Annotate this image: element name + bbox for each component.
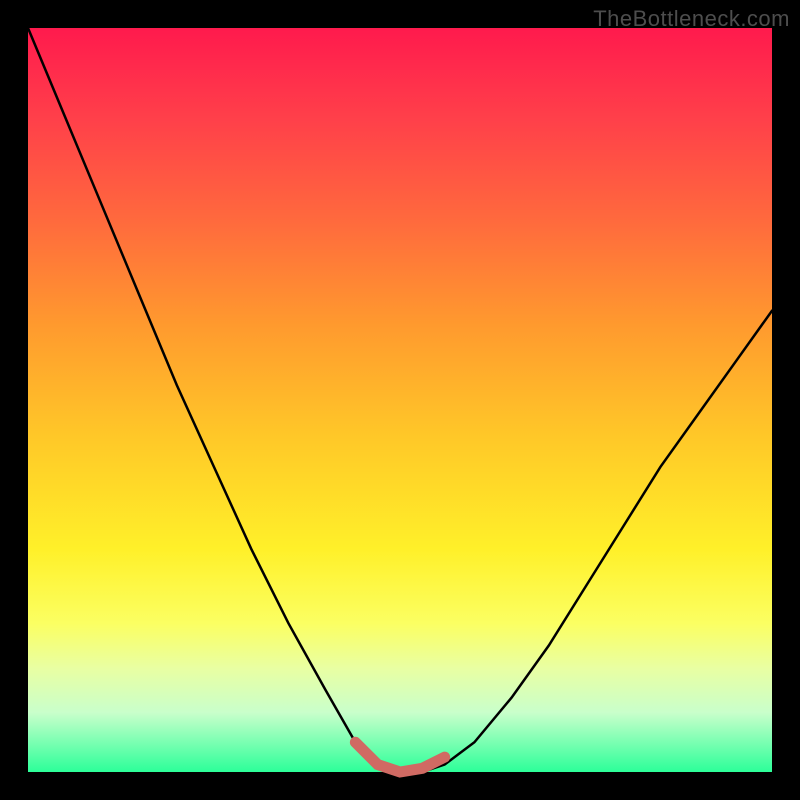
- chart-svg: [28, 28, 772, 772]
- bottleneck-curve: [28, 28, 772, 772]
- watermark-text: TheBottleneck.com: [593, 6, 790, 32]
- chart-frame: TheBottleneck.com: [0, 0, 800, 800]
- valley-highlight: [355, 742, 444, 772]
- chart-plot-area: [28, 28, 772, 772]
